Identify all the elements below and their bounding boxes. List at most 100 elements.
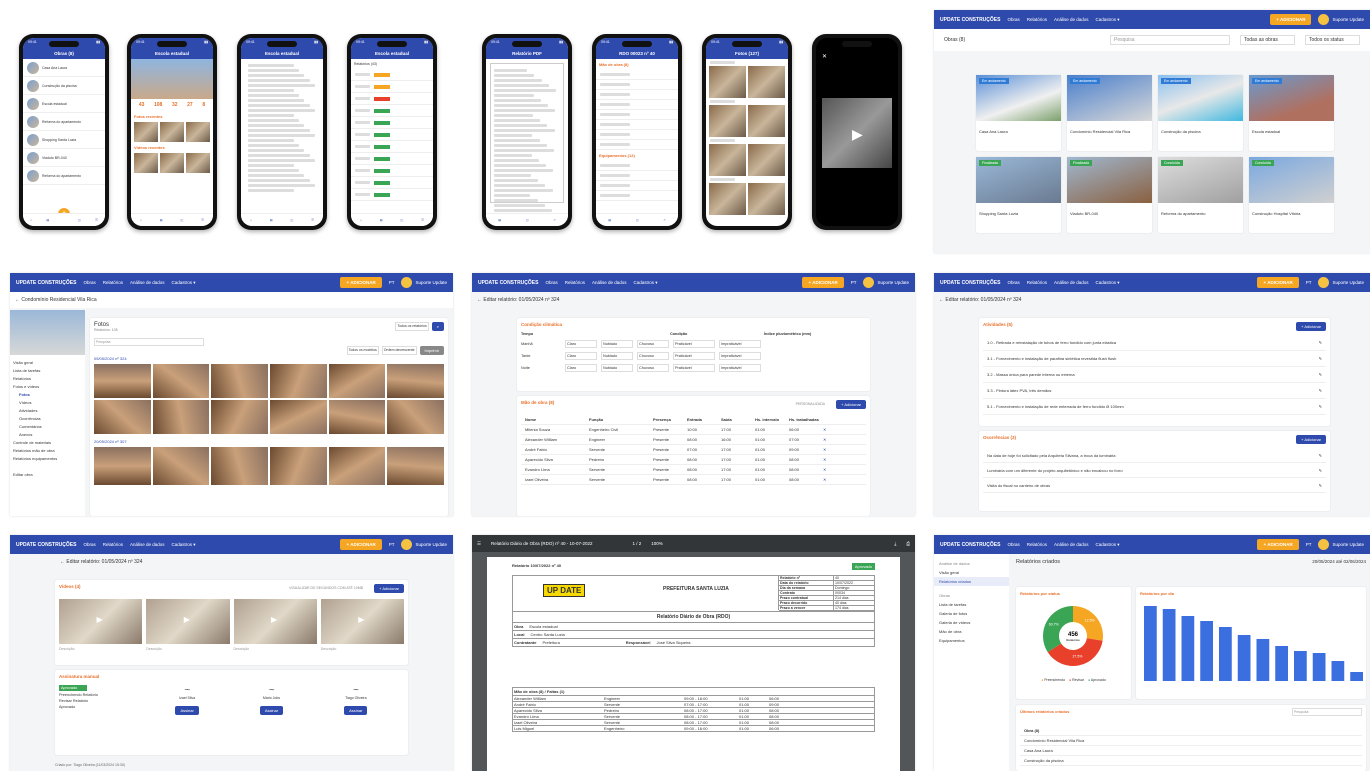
cell[interactable]: 16:00	[721, 437, 751, 442]
remove-icon[interactable]: ✕	[823, 467, 826, 472]
print-icon[interactable]: ⎙	[906, 541, 910, 546]
bar[interactable]	[1294, 651, 1307, 681]
date-range[interactable]: 20/05/2024 até 02/06/2024	[1312, 559, 1366, 564]
worker-row[interactable]: Milenia Souza Engenheiro Civil Presente 10:…	[521, 425, 866, 435]
photo-thumbnail[interactable]	[328, 364, 386, 398]
cell[interactable]: 09:00	[789, 447, 819, 452]
nav-relatorios[interactable]: Relatórios	[1027, 17, 1047, 22]
close-icon[interactable]: ✕	[822, 53, 827, 60]
nav-item[interactable]: Relatórios	[1027, 542, 1047, 547]
order-select[interactable]: Ordem decrescente	[381, 346, 417, 355]
sidebar-item[interactable]: Vídeos	[13, 398, 82, 406]
worker-row[interactable]: Evandro Lima Servente Presente 08:00 17:00 01…	[521, 465, 866, 475]
report-row[interactable]	[351, 117, 433, 129]
obra-card[interactable]: Em andamento Condomínio Residencial Vila …	[1067, 75, 1152, 151]
occurrence-row[interactable]: Visita do fiscal no canteiro de obras ✎	[983, 478, 1326, 493]
nav-item[interactable]: Cadastros ▾	[172, 542, 196, 548]
bar[interactable]	[1219, 627, 1232, 681]
play-icon[interactable]: ▶	[184, 615, 190, 624]
obra-card[interactable]: Concluída Reforma do apartamento	[1158, 157, 1243, 233]
nav-item[interactable]: Relatórios	[103, 542, 123, 547]
photo-thumbnail[interactable]	[709, 144, 746, 176]
print-button[interactable]: Imprimir	[419, 346, 444, 355]
obra-card[interactable]: Em andamento Construção da piscina	[1158, 75, 1243, 151]
photo-thumbnail[interactable]	[387, 447, 444, 485]
bar[interactable]	[1256, 639, 1270, 681]
remove-icon[interactable]: ✕	[823, 427, 826, 432]
weather-radio[interactable]: Nublado	[601, 352, 633, 360]
report-row[interactable]	[351, 69, 433, 81]
status-select[interactable]: Todos os status	[1305, 35, 1360, 45]
sidebar-item[interactable]: Controle de materiais	[13, 438, 82, 446]
photo-thumbnail[interactable]	[94, 364, 151, 398]
sidebar-item[interactable]: Relatórios	[13, 374, 82, 382]
cell[interactable]: 08:00	[789, 467, 819, 472]
sign-button[interactable]: Assinar	[344, 706, 368, 715]
worker-row[interactable]	[596, 80, 678, 90]
report-row[interactable]	[351, 165, 433, 177]
bar[interactable]	[1331, 661, 1345, 681]
obra-card[interactable]: Finalizada Viaduto BR-040	[1067, 157, 1152, 233]
report-row[interactable]	[351, 105, 433, 117]
photo-thumbnail[interactable]	[211, 447, 268, 485]
photo-thumbnail[interactable]	[328, 447, 386, 485]
activity-row[interactable]: 3.3 - Pintura látex PVA, três demãos ✎	[983, 383, 1326, 399]
sidebar-item[interactable]: Anexos	[13, 430, 82, 438]
condition-radio[interactable]: Impraticável	[719, 340, 761, 348]
weather-radio[interactable]: Claro	[565, 352, 597, 360]
activity-row[interactable]: 3.2 - Massa única para parede interna ou…	[983, 367, 1326, 383]
worker-row[interactable]: Izael Oliveira Servente Presente 08:00 17:00…	[521, 475, 866, 485]
cell[interactable]: 17:00	[721, 427, 751, 432]
cell[interactable]: 08:00	[789, 477, 819, 482]
cell[interactable]: 10:00	[687, 427, 717, 432]
condition-radio[interactable]: Praticável	[673, 364, 715, 372]
photo-thumbnail[interactable]	[152, 447, 210, 485]
bar[interactable]	[1144, 606, 1157, 681]
condition-radio[interactable]: Impraticável	[719, 352, 761, 360]
avatar[interactable]	[863, 277, 875, 288]
worker-row[interactable]	[596, 140, 678, 150]
obra-card[interactable]: Em andamento Escola estadual	[1249, 75, 1334, 151]
add-button[interactable]: + ADICIONAR	[1257, 277, 1299, 288]
nav-item[interactable]: Análise de dados	[130, 542, 165, 547]
cell[interactable]: 17:00	[721, 457, 751, 462]
worker-row[interactable]: Alexander William Engineer Presente 08:00 16…	[521, 435, 866, 445]
avatar[interactable]	[401, 277, 413, 288]
period-checkbox[interactable]: Manhã	[521, 342, 561, 346]
obra-card[interactable]: Concluída Construção Hospital Vitória	[1249, 157, 1334, 233]
condition-radio[interactable]: Impraticável	[719, 364, 761, 372]
report-row[interactable]	[351, 81, 433, 93]
search-input[interactable]: Pesquisa	[1292, 708, 1362, 716]
obra-list-item[interactable]: Viaduto BR-040	[23, 149, 105, 167]
edit-icon[interactable]: ✎	[1319, 453, 1322, 458]
photo-thumbnail[interactable]	[94, 400, 151, 434]
obra-list-item[interactable]: Escola estadual	[23, 95, 105, 113]
period-checkbox[interactable]: Noite	[521, 366, 561, 370]
avatar[interactable]	[1318, 277, 1330, 288]
photo-thumbnail[interactable]	[270, 447, 327, 485]
status-radio[interactable]: Preenchendo Relatório	[59, 693, 129, 697]
filter-select[interactable]: Todas as obras	[1240, 35, 1295, 45]
add-video-button[interactable]: + Adicionar	[374, 584, 404, 593]
cell[interactable]: 08:00	[789, 457, 819, 462]
zoom-level[interactable]: 100%	[651, 541, 663, 546]
avatar[interactable]	[1318, 539, 1330, 550]
worker-row[interactable]: André Fabio Servente Presente 07:00 17:00 01:…	[521, 445, 866, 455]
nav-item[interactable]: Cadastros ▾	[634, 280, 658, 286]
cell[interactable]: 01:00	[755, 477, 785, 482]
video-card[interactable]: ▶ Descrição	[320, 599, 404, 651]
condition-radio[interactable]: Praticável	[673, 352, 715, 360]
nav-item[interactable]: Análise de dados	[1054, 542, 1089, 547]
search-button[interactable]: ⌕	[431, 322, 444, 331]
sidebar-item[interactable]: Atividades	[13, 406, 82, 414]
edit-icon[interactable]: ✎	[1319, 356, 1322, 361]
play-icon[interactable]: ▶	[96, 615, 102, 624]
cell[interactable]: 01:00	[755, 427, 785, 432]
sidebar-item[interactable]: Fotos e vídeos	[13, 382, 82, 390]
cell[interactable]: 08:00	[687, 437, 717, 442]
nav-item[interactable]: Análise de dados	[592, 280, 627, 285]
cell[interactable]: 08:00	[687, 477, 717, 482]
cell[interactable]: 01:00	[755, 447, 785, 452]
sidebar-item[interactable]: Lista de tarefas	[13, 366, 82, 374]
obra-card[interactable]: Finalizada Shopping Santa Luzia	[976, 157, 1061, 233]
